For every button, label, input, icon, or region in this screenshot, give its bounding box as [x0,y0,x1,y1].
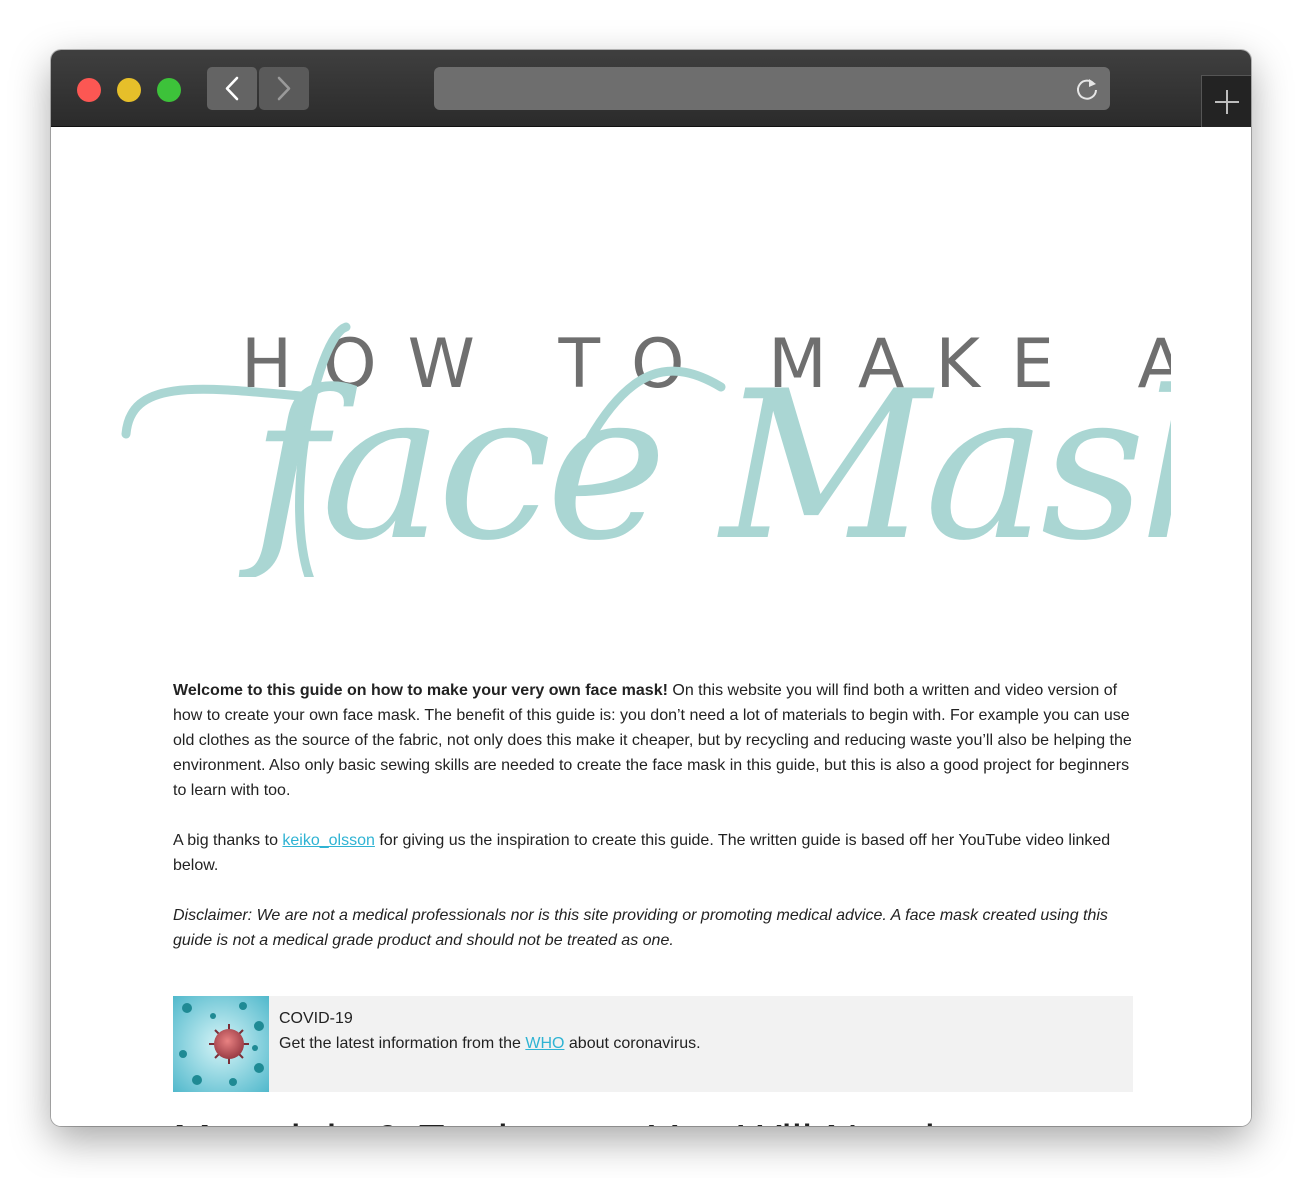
plus-icon [1215,90,1239,114]
hero-title-graphic: HOW TO MAKE A face Mask [121,322,1171,577]
maximize-window-button[interactable] [157,78,181,102]
thanks-paragraph: A big thanks to keiko_olsson for giving … [173,828,1133,878]
hero-line2: face Mask [238,348,1171,577]
covid-notice: COVID-19 Get the latest information from… [173,996,1133,1092]
browser-window: HOW TO MAKE A face Mask Welcome to this … [51,50,1251,1126]
forward-button[interactable] [259,67,309,110]
chevron-right-icon [277,76,291,101]
minimize-window-button[interactable] [117,78,141,102]
address-bar[interactable] [434,67,1110,110]
who-link[interactable]: WHO [525,1035,564,1052]
page-content: HOW TO MAKE A face Mask Welcome to this … [51,127,1251,1126]
intro-bold: Welcome to this guide on how to make you… [173,682,668,699]
browser-toolbar [51,50,1251,127]
reload-icon[interactable] [1074,76,1100,102]
virus-image [173,996,269,1092]
close-window-button[interactable] [77,78,101,102]
intro-paragraph: Welcome to this guide on how to make you… [173,678,1133,803]
covid-message: Get the latest information from the WHO … [279,1031,701,1056]
new-tab-button[interactable] [1201,75,1251,127]
disclaimer-paragraph: Disclaimer: We are not a medical profess… [173,903,1133,953]
covid-notice-text: COVID-19 Get the latest information from… [279,1006,701,1056]
thanks-before: A big thanks to [173,832,283,849]
keiko-olsson-link[interactable]: keiko_olsson [282,832,375,849]
back-button[interactable] [207,67,257,110]
intro-text: On this website you will find both a wri… [173,682,1132,799]
chevron-left-icon [225,76,239,101]
disclaimer-text: Disclaimer: We are not a medical profess… [173,907,1108,949]
materials-heading: Materials & Equipment You Will Need [173,1113,935,1126]
covid-before: Get the latest information from the [279,1035,526,1052]
article-body: Welcome to this guide on how to make you… [173,678,1133,978]
covid-after: about coronavirus. [564,1035,701,1052]
covid-title: COVID-19 [279,1010,353,1027]
